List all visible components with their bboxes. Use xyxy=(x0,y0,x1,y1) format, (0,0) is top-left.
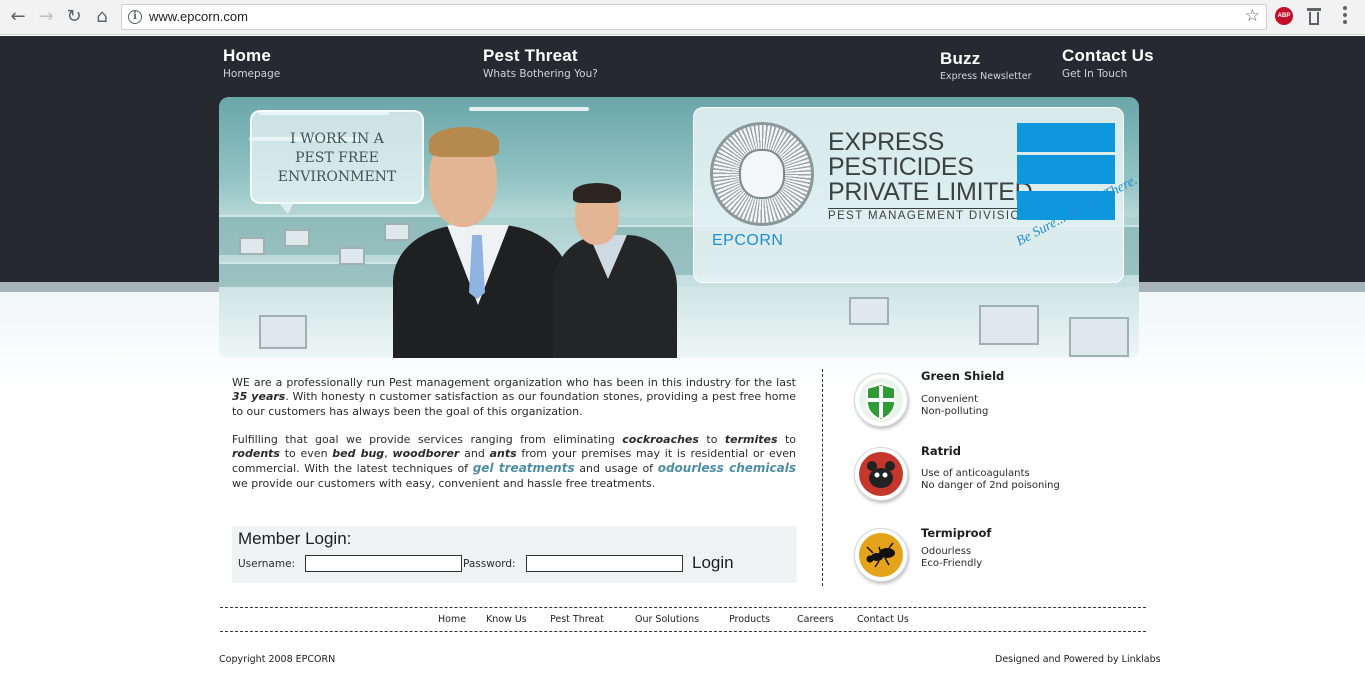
ant-seal-icon xyxy=(710,122,814,226)
nav-home-subtitle[interactable]: Homepage xyxy=(223,68,280,80)
speech-line: I WORK IN A xyxy=(290,131,384,147)
termite-icon xyxy=(866,542,895,568)
feature-line: Odourless xyxy=(921,546,972,557)
monitor xyxy=(849,297,889,325)
intro-paragraph: WE are a professionally run Pest managem… xyxy=(232,376,796,418)
feature-line: Non-polluting xyxy=(921,406,989,417)
nav-buzz-title[interactable]: Buzz xyxy=(940,49,1031,69)
odourless-chemicals-link[interactable]: odourless chemicals xyxy=(658,461,796,475)
username-label: Username: xyxy=(238,558,296,570)
footer-link-our-solutions[interactable]: Our Solutions xyxy=(635,614,699,625)
speech-line: PEST FREE xyxy=(295,150,379,166)
gel-treatments-link[interactable]: gel treatments xyxy=(473,461,575,475)
division-label: PEST MANAGEMENT DIVISION xyxy=(828,208,1031,222)
back-arrow-icon[interactable]: ← xyxy=(7,6,29,28)
rat-icon xyxy=(867,461,895,488)
termiproof-badge[interactable] xyxy=(854,528,908,582)
nav-pest-threat[interactable]: Pest Threat Whats Bothering You? xyxy=(483,46,598,80)
intro-text: WE are a professionally run Pest managem… xyxy=(232,376,796,491)
feature-line: Use of anticoagulants xyxy=(921,468,1030,479)
footer-divider xyxy=(220,607,1146,608)
reload-icon[interactable]: ↻ xyxy=(63,6,85,28)
nav-home[interactable]: Home Homepage xyxy=(223,46,280,80)
footer-link-pest-threat[interactable]: Pest Threat xyxy=(550,614,604,625)
nav-buzz-subtitle[interactable]: Express Newsletter xyxy=(940,71,1031,82)
password-label: Password: xyxy=(463,558,516,570)
monitor xyxy=(384,223,410,241)
forward-arrow-icon[interactable]: → xyxy=(35,6,57,28)
company-name-line: PRIVATE LIMITED xyxy=(828,178,1033,206)
login-button[interactable]: Login xyxy=(692,553,734,573)
shield-icon xyxy=(866,382,896,422)
username-input[interactable] xyxy=(305,555,462,572)
brand-name: EPCORN xyxy=(712,232,784,249)
hero-banner: I WORK IN A PEST FREE ENVIRONMENT EPCORN… xyxy=(219,97,1139,358)
monitor xyxy=(339,247,365,265)
nav-pest-threat-subtitle[interactable]: Whats Bothering You? xyxy=(483,68,598,80)
nav-contact-us[interactable]: Contact Us Get In Touch xyxy=(1062,46,1154,80)
login-title: Member Login: xyxy=(238,529,352,548)
nav-contact-title[interactable]: Contact Us xyxy=(1062,46,1154,66)
password-input[interactable] xyxy=(526,555,683,572)
footer-divider xyxy=(220,631,1146,632)
copyright-text: Copyright 2008 EPCORN xyxy=(219,654,336,665)
footer-link-contact-us[interactable]: Contact Us xyxy=(857,614,909,625)
page: Home Homepage Pest Threat Whats Botherin… xyxy=(0,36,1365,696)
nav-pest-threat-title[interactable]: Pest Threat xyxy=(483,46,598,66)
home-icon[interactable]: ⌂ xyxy=(91,6,113,28)
info-icon[interactable]: i xyxy=(128,10,142,24)
speech-bubble: I WORK IN A PEST FREE ENVIRONMENT xyxy=(250,110,424,214)
company-logo-card: EPCORN EXPRESS PESTICIDES PRIVATE LIMITE… xyxy=(693,107,1139,283)
nav-home-title[interactable]: Home xyxy=(223,46,280,66)
company-name-line: EXPRESS xyxy=(828,128,945,156)
ratrid-badge[interactable] xyxy=(854,447,908,501)
feature-title[interactable]: Green Shield xyxy=(921,369,1004,383)
adblock-icon[interactable]: ABP xyxy=(1275,7,1293,25)
footer-link-careers[interactable]: Careers xyxy=(797,614,834,625)
vertical-divider xyxy=(822,369,823,586)
browser-menu-icon[interactable] xyxy=(1343,6,1347,26)
ceiling-light xyxy=(469,107,589,111)
url-text[interactable]: www.epcorn.com xyxy=(149,9,248,24)
monitor xyxy=(1069,317,1129,357)
nav-contact-subtitle[interactable]: Get In Touch xyxy=(1062,68,1154,80)
monitor xyxy=(284,229,310,247)
feature-line: Convenient xyxy=(921,394,979,405)
intro-paragraph: Fulfilling that goal we provide services… xyxy=(232,432,796,490)
monitor xyxy=(239,237,265,255)
trash-icon[interactable] xyxy=(1307,8,1321,25)
footer-link-home[interactable]: Home xyxy=(438,614,466,625)
brand-blue-block xyxy=(1017,155,1115,184)
brand-blue-block xyxy=(1017,123,1115,152)
monitor xyxy=(259,315,307,349)
monitor xyxy=(979,305,1039,345)
company-name-line: PESTICIDES xyxy=(828,153,974,181)
feature-line: No danger of 2nd poisoning xyxy=(921,480,1060,491)
feature-title[interactable]: Termiproof xyxy=(921,526,991,540)
bookmark-star-icon[interactable]: ☆ xyxy=(1245,6,1260,26)
address-bar[interactable]: i www.epcorn.com ☆ xyxy=(121,4,1267,30)
green-shield-badge[interactable] xyxy=(854,373,908,427)
footer-link-know-us[interactable]: Know Us xyxy=(486,614,527,625)
feature-line: Eco-Friendly xyxy=(921,558,983,569)
credit-text: Designed and Powered by Linklabs xyxy=(995,654,1161,665)
footer-link-products[interactable]: Products xyxy=(729,614,770,625)
speech-line: ENVIRONMENT xyxy=(277,169,397,185)
feature-title[interactable]: Ratrid xyxy=(921,444,961,458)
member-login-box: Member Login: Username: Password: Login xyxy=(232,526,797,583)
company-name: EXPRESS PESTICIDES PRIVATE LIMITED xyxy=(828,128,1033,206)
nav-buzz[interactable]: Buzz Express Newsletter xyxy=(940,49,1031,82)
browser-toolbar: ← → ↻ ⌂ i www.epcorn.com ☆ ABP xyxy=(0,0,1365,35)
